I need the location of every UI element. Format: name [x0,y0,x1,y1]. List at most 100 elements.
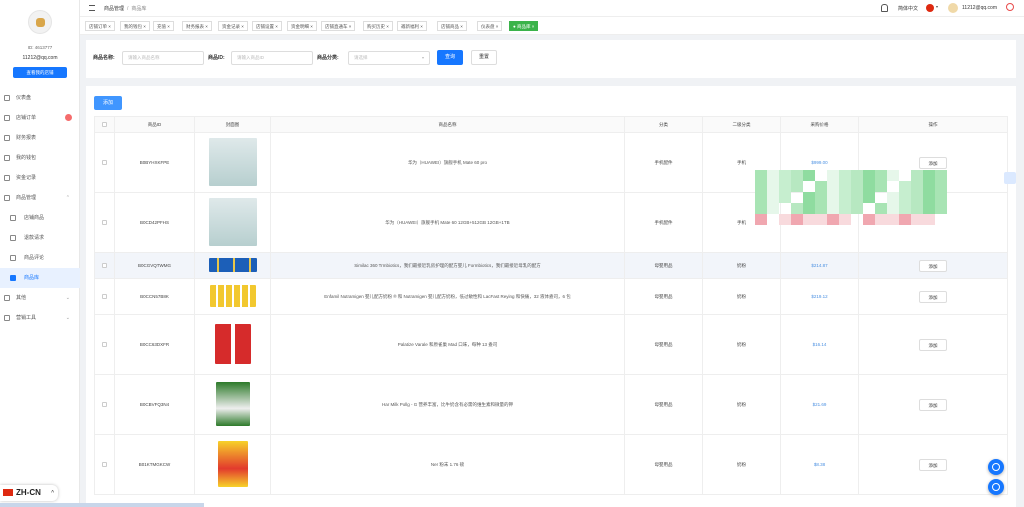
chat-icon[interactable] [988,459,1004,475]
table-cell: $21.69 [780,374,859,435]
close-icon[interactable]: × [274,24,278,29]
mosaic-block [791,170,803,181]
language-select[interactable]: 简体中文 [898,5,918,12]
close-icon[interactable]: × [419,24,423,29]
sidebar-item-label: 营销工具 [16,315,37,321]
tab-label: 店铺设置 [256,24,274,29]
sidebar-item-8[interactable]: 商品评论 [0,248,80,268]
add-product-button[interactable]: 添加 [919,290,947,303]
bell-icon[interactable] [881,4,888,12]
table-cell[interactable] [94,278,115,315]
close-icon[interactable]: × [142,24,146,29]
table-cell[interactable] [94,434,115,495]
view-shop-button[interactable]: 查看我的店铺 [13,67,67,78]
table-cell[interactable]: 添加 [858,374,1008,435]
tab-2[interactable]: 充值 × [153,21,174,31]
sidebar-item-4[interactable]: 资金记录 [0,168,80,188]
table-cell[interactable]: 添加 [858,278,1008,315]
table-cell[interactable]: 添加 [858,314,1008,375]
table-cell: $8.38 [780,434,859,495]
language-switcher[interactable]: ZH-CN ^ [0,485,58,501]
reset-button[interactable]: 重置 [471,50,497,65]
select-all-checkbox[interactable] [102,121,107,127]
sidebar-item-7[interactable]: 退款请求 [0,228,80,248]
sidebar-item-6[interactable]: 店铺商品 [0,208,80,228]
row-checkbox[interactable] [102,341,107,347]
product-id-input[interactable]: 请输入商品ID [231,51,313,65]
logout-icon[interactable] [1006,3,1014,11]
tab-1[interactable]: 我的钱包 × [120,21,150,31]
sidebar-item-5[interactable]: 商品管理 ⌃ [0,188,80,208]
category-select[interactable]: 请选择 ▾ [348,51,430,65]
close-icon[interactable]: × [107,24,111,29]
sidebar-item-3[interactable]: 我的钱包 [0,148,80,168]
row-checkbox[interactable] [102,293,107,299]
add-product-button[interactable]: 添加 [919,338,947,351]
add-product-button[interactable]: 添加 [919,156,947,169]
user-avatar[interactable] [948,3,958,13]
table-cell[interactable] [94,132,115,193]
sidebar-item-label: 商品评论 [24,255,45,261]
table-cell[interactable] [94,314,115,375]
flag-icon[interactable] [926,4,934,12]
close-icon[interactable]: × [166,24,170,29]
row-checkbox[interactable] [102,461,107,467]
close-icon[interactable]: × [240,24,244,29]
close-icon[interactable]: × [309,24,313,29]
row-checkbox[interactable] [102,159,107,165]
china-flag-icon [3,489,13,496]
select-all-cell[interactable] [94,116,115,133]
query-button[interactable]: 查询 [437,50,463,65]
support-icon[interactable] [988,479,1004,495]
tab-0[interactable]: 店铺订单 × [85,21,115,31]
close-icon[interactable]: × [204,24,208,29]
tab-7[interactable]: 店铺直通车 × [321,21,356,31]
sidebar-item-9[interactable]: 商品库 [0,268,80,288]
mosaic-block [755,170,767,181]
table-cell[interactable] [94,252,115,279]
row-checkbox[interactable] [102,262,107,268]
breadcrumb-root[interactable]: 商品管理 [104,6,124,12]
tab-5[interactable]: 店铺设置 × [252,21,282,31]
close-icon[interactable]: × [459,24,463,29]
table-cell[interactable]: 添加 [858,252,1008,279]
row-checkbox[interactable] [102,401,107,407]
add-product-button[interactable]: 添加 [919,259,947,272]
tab-3[interactable]: 财务报表 × [182,21,212,31]
close-icon[interactable]: × [495,24,499,29]
table-cell[interactable]: 添加 [858,434,1008,495]
row-checkbox[interactable] [102,219,107,225]
side-panel-tab[interactable] [1004,172,1016,184]
product-image [208,138,257,186]
sidebar-item-1[interactable]: 店铺订单 [0,108,80,128]
table-cell: B0CC63DXFR [114,314,195,375]
tab-6[interactable]: 资金明细 × [287,21,317,31]
mosaic-block [827,192,839,203]
sidebar-item-2[interactable]: 财务报表 [0,128,80,148]
avatar[interactable] [28,10,52,34]
table-cell[interactable] [94,192,115,253]
add-product-button[interactable]: 添加 [919,398,947,411]
tab-8[interactable]: 购买历史 × [363,21,393,31]
tab-4[interactable]: 资金记录 × [218,21,248,31]
mosaic-block [755,203,767,214]
sidebar-item-11[interactable]: 营销工具 ⌄ [0,308,80,328]
horizontal-scrollbar[interactable] [0,503,204,507]
chevron-down-icon[interactable]: ▾ [936,4,938,9]
sidebar-item-0[interactable]: 仪表盘 [0,88,80,108]
add-product-button[interactable]: 添加 [919,458,947,471]
mosaic-block [935,170,947,181]
user-name[interactable]: 11212@qq.com [962,5,997,11]
close-icon[interactable]: × [530,24,535,29]
tab-9[interactable]: 邀新福利 × [397,21,427,31]
product-name-input[interactable]: 请输入商品名称 [122,51,204,65]
close-icon[interactable]: × [348,24,352,29]
tab-11[interactable]: 仪表盘 × [477,21,503,31]
tab-12[interactable]: ● 商品库 × [509,21,539,31]
sidebar-item-10[interactable]: 其他 ⌄ [0,288,80,308]
menu-fold-icon[interactable] [89,5,95,11]
close-icon[interactable]: × [385,24,389,29]
tab-10[interactable]: 店铺商品 × [437,21,467,31]
table-cell[interactable] [94,374,115,435]
add-button[interactable]: 添加 [94,96,122,110]
